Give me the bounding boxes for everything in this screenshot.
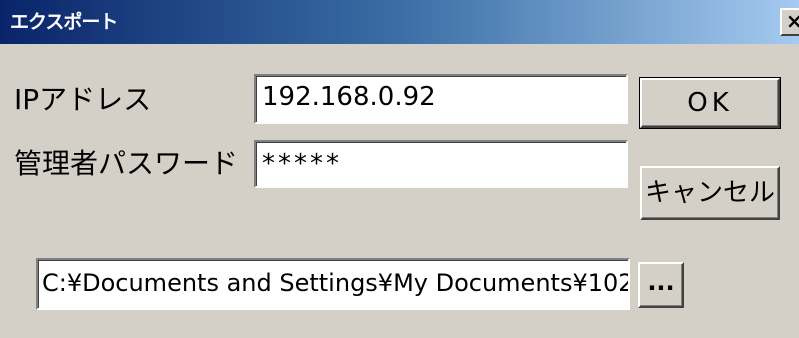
ip-address-input[interactable]: 192.168.0.92 — [254, 74, 628, 124]
export-dialog: エクスポート × IPアドレス 192.168.0.92 管理者パスワード **… — [0, 0, 799, 338]
browse-button[interactable]: ... — [638, 262, 684, 308]
admin-password-label: 管理者パスワード — [14, 147, 239, 180]
close-icon: × — [786, 10, 799, 33]
file-path-input[interactable]: C:¥Documents and Settings¥My Documents¥1… — [36, 258, 630, 310]
window-title: エクスポート — [10, 11, 118, 33]
close-button[interactable]: × — [780, 8, 799, 36]
admin-password-input[interactable]: ***** — [254, 140, 628, 188]
ok-button[interactable]: OK — [639, 77, 781, 129]
title-bar[interactable]: エクスポート × — [0, 0, 799, 44]
cancel-button[interactable]: キャンセル — [640, 166, 780, 220]
ip-address-label: IPアドレス — [14, 83, 152, 116]
